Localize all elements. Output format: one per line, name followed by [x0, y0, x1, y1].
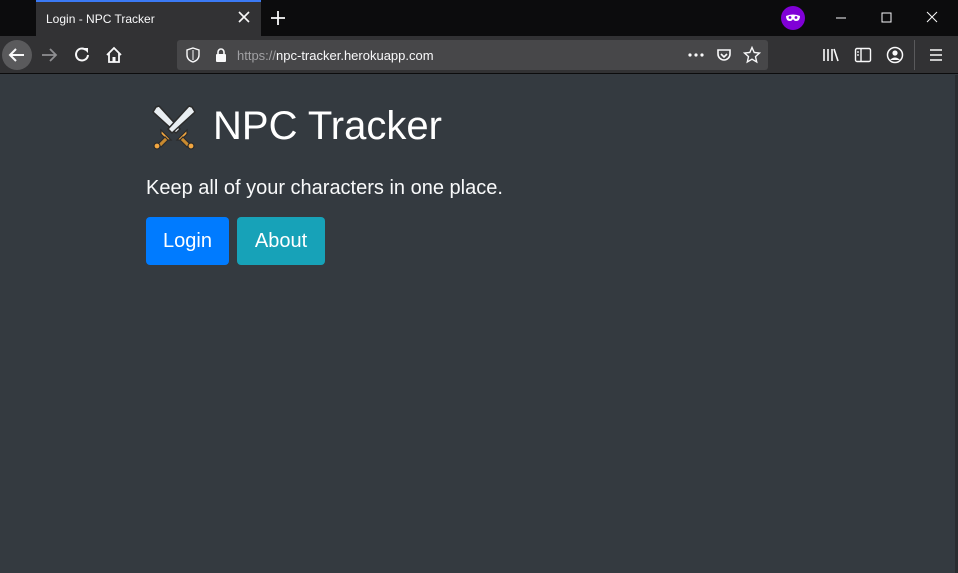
menu-icon[interactable]	[928, 47, 944, 63]
toolbar-separator	[914, 40, 915, 70]
forward-arrow-icon	[42, 48, 58, 62]
window-close-button[interactable]	[910, 0, 956, 36]
home-button[interactable]	[99, 40, 129, 70]
tab-title: Login - NPC Tracker	[46, 12, 155, 26]
address-bar[interactable]: https://npc-tracker.herokuapp.com	[177, 40, 768, 70]
minimize-button[interactable]	[818, 0, 864, 36]
star-icon[interactable]	[743, 46, 761, 64]
reload-button[interactable]	[67, 40, 97, 70]
pocket-icon[interactable]	[716, 47, 732, 63]
back-arrow-icon	[8, 48, 24, 62]
back-button[interactable]	[2, 40, 32, 70]
tagline: Keep all of your characters in one place…	[146, 177, 503, 199]
maximize-button[interactable]	[864, 0, 910, 36]
forward-button[interactable]	[34, 40, 64, 70]
page-content: NPC Tracker Keep all of your characters …	[0, 75, 958, 573]
tab-strip: Login - NPC Tracker	[0, 0, 958, 36]
login-button[interactable]: Login	[146, 217, 229, 265]
home-icon	[106, 46, 122, 63]
more-icon[interactable]	[687, 48, 705, 62]
crossed-swords-icon	[152, 105, 196, 150]
account-icon[interactable]	[886, 46, 904, 64]
reload-icon	[75, 47, 89, 62]
page-title: NPC Tracker	[213, 104, 442, 148]
maximize-icon	[881, 12, 892, 23]
active-tab[interactable]: Login - NPC Tracker	[36, 0, 261, 36]
library-icon[interactable]	[822, 47, 840, 63]
lock-icon[interactable]	[214, 47, 228, 63]
url-protocol: https://	[237, 48, 277, 63]
private-mask-icon	[781, 6, 805, 30]
sidebar-icon[interactable]	[854, 47, 872, 63]
plus-icon[interactable]	[268, 8, 288, 28]
minimize-icon	[836, 17, 846, 19]
about-button[interactable]: About	[237, 217, 325, 265]
url-text[interactable]: https://npc-tracker.herokuapp.com	[237, 48, 434, 63]
navigation-toolbar: https://npc-tracker.herokuapp.com	[0, 36, 958, 74]
shield-icon[interactable]	[185, 47, 201, 63]
close-icon[interactable]	[237, 10, 251, 24]
window-close-icon	[926, 11, 938, 23]
url-host: npc-tracker.herokuapp.com	[276, 48, 434, 63]
